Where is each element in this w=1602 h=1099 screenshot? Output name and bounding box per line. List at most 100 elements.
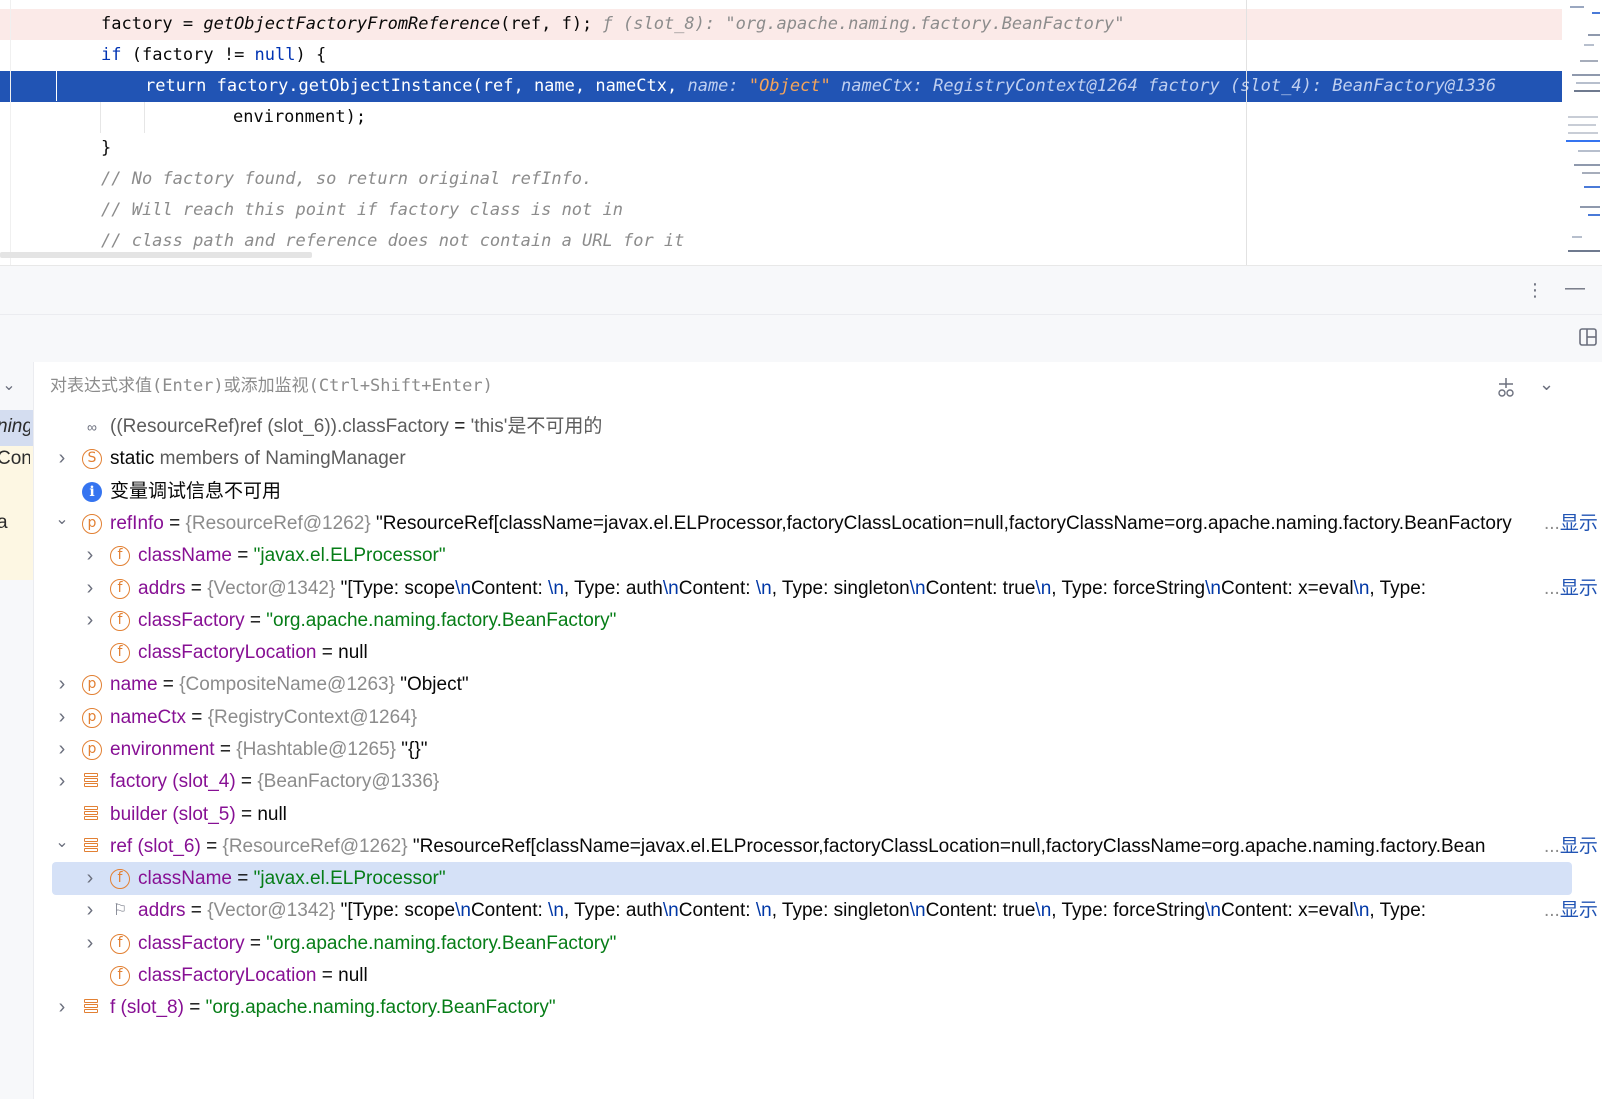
variable-row[interactable]: › f (slot_8) = "org.apache.naming.factory… <box>34 991 1602 1024</box>
show-more-link[interactable]: ...显示 <box>1544 572 1602 605</box>
ellipsis: ... <box>1544 578 1560 599</box>
code-token: // No factory found, so return original … <box>101 169 593 189</box>
chevron-right-icon[interactable]: › <box>54 733 70 766</box>
variable-row[interactable]: › p nameCtx = {RegistryContext@1264} <box>34 701 1602 734</box>
indent-guide <box>144 102 145 133</box>
variable-token: {RegistryContext@1264} <box>207 707 418 728</box>
code-token: nameCtx: RegistryContext@1264 factory (s… <box>830 76 1497 96</box>
chevron-right-icon[interactable]: › <box>54 765 70 798</box>
code-line-1[interactable]: factory = getObjectFactoryFromReference(… <box>0 9 1562 40</box>
code-token: // class path and reference does not con… <box>101 231 685 251</box>
chevron-right-icon[interactable]: › <box>82 862 98 895</box>
variable-row[interactable]: › p environment = {Hashtable@1265} "{}" <box>34 733 1602 766</box>
variable-token: = <box>316 965 339 986</box>
chevron-down-icon[interactable]: ⌄ <box>54 507 70 540</box>
code-editor[interactable]: factory = getObjectFactoryFromReference(… <box>0 0 1602 266</box>
variable-value: f (slot_8) = "org.apache.naming.factory.… <box>110 991 1542 1024</box>
indent-guide <box>10 0 11 266</box>
variable-token: , Type: forceString <box>1051 900 1206 921</box>
variable-token: = <box>183 997 206 1018</box>
variable-value: static members of NamingManager <box>110 442 1542 475</box>
variable-row[interactable]: › ⚐ addrs = {Vector@1342} "[Type: scope\nC… <box>34 894 1602 927</box>
chevron-right-icon[interactable]: › <box>54 668 70 701</box>
variable-token: = <box>448 416 471 437</box>
frame-item[interactable]: a <box>0 512 30 534</box>
variable-row[interactable]: ⌄ p refInfo = {ResourceRef@1262} "Resource… <box>34 507 1602 540</box>
variable-row[interactable]: ⌄ ref (slot_6) = {ResourceRef@1262} "Reso… <box>34 830 1602 863</box>
chevron-right-icon[interactable]: › <box>54 701 70 734</box>
code-token: factory.getObjectInstance(ref, name, nam… <box>206 76 678 96</box>
variable-token: builder (slot_5) <box>110 804 236 825</box>
variables-tree[interactable]: ∞ ((ResourceRef)ref (slot_6)).classFactor… <box>34 410 1602 1099</box>
code-token: return <box>145 76 207 96</box>
add-watch-icon[interactable] <box>1495 376 1517 402</box>
show-more-link[interactable]: ...显示 <box>1544 830 1602 863</box>
show-more-label[interactable]: 显示 <box>1560 900 1598 921</box>
variable-token: = <box>186 707 208 728</box>
chevron-right-icon[interactable]: › <box>54 442 70 475</box>
chevron-down-icon[interactable]: ⌄ <box>54 830 70 863</box>
variable-row[interactable]: › f classFactory = "org.apache.naming.fact… <box>34 927 1602 960</box>
layout-icon[interactable] <box>1578 327 1598 351</box>
variable-token: , Type: singleton <box>771 578 910 599</box>
variable-row[interactable]: builder (slot_5) = null <box>34 798 1602 831</box>
variable-token: Content: true <box>925 900 1036 921</box>
variable-row[interactable]: i 变量调试信息不可用 <box>34 475 1602 508</box>
variable-value: builder (slot_5) = null <box>110 798 1542 831</box>
code-line-text: } <box>101 133 111 164</box>
minimize-icon[interactable]: — <box>1565 278 1585 298</box>
chevron-right-icon[interactable]: › <box>82 572 98 605</box>
evaluate-expression-input[interactable] <box>50 362 1450 410</box>
show-more-link[interactable]: ...显示 <box>1544 507 1602 540</box>
info-icon: i <box>82 482 102 502</box>
variable-row[interactable]: ∞ ((ResourceRef)ref (slot_6)).classFactor… <box>34 410 1602 443</box>
chevron-right-icon[interactable]: › <box>82 604 98 637</box>
variable-row[interactable]: › f className = "javax.el.ELProcessor" <box>52 862 1572 895</box>
variable-row[interactable]: › f classFactory = "org.apache.naming.fact… <box>34 604 1602 637</box>
field-icon: f <box>110 546 130 566</box>
code-line-6[interactable]: // No factory found, so return original … <box>0 164 1562 195</box>
variable-token: null <box>257 804 287 825</box>
chevron-right-icon[interactable]: › <box>54 991 70 1024</box>
code-token: environment); <box>233 107 367 127</box>
minimap[interactable] <box>1566 0 1602 266</box>
variable-token: = <box>231 545 254 566</box>
code-line-2[interactable]: if (factory != null) { <box>0 40 1562 71</box>
frame-item[interactable]: Con <box>0 448 30 470</box>
chevron-right-icon[interactable]: › <box>82 539 98 572</box>
variable-token: name <box>110 674 158 695</box>
variable-row[interactable]: › f addrs = {Vector@1342} "[Type: scope\nC… <box>34 572 1602 605</box>
variable-token: ref (slot_6) <box>110 836 201 857</box>
show-more-link[interactable]: ...显示 <box>1544 894 1602 927</box>
chevron-down-icon[interactable]: ⌄ <box>0 362 19 410</box>
variable-row[interactable]: › p name = {CompositeName@1263} "Object" <box>34 668 1602 701</box>
chevron-right-icon[interactable]: › <box>82 927 98 960</box>
variable-row[interactable]: f classFactoryLocation = null <box>34 636 1602 669</box>
variable-token: "ResourceRef[className=javax.el.ELProces… <box>370 513 1512 534</box>
code-token: "Object" <box>748 76 831 96</box>
code-line-4[interactable]: environment); <box>0 102 1562 133</box>
variable-row[interactable]: › f className = "javax.el.ELProcessor" <box>34 539 1602 572</box>
code-line-7[interactable]: // Will reach this point if factory clas… <box>0 195 1562 226</box>
local-variable-icon <box>82 999 102 1019</box>
horizontal-scrollbar[interactable] <box>0 252 312 258</box>
variable-token: "org.apache.naming.factory.BeanFactory" <box>205 997 556 1018</box>
show-more-label[interactable]: 显示 <box>1560 513 1598 534</box>
variable-token: {CompositeName@1263} <box>179 674 395 695</box>
variable-token: Content: <box>470 900 549 921</box>
variable-token: = <box>231 868 254 889</box>
show-more-label[interactable]: 显示 <box>1560 836 1598 857</box>
variable-value: refInfo = {ResourceRef@1262} "ResourceRe… <box>110 507 1542 540</box>
variable-row[interactable]: f classFactoryLocation = null <box>34 959 1602 992</box>
variable-row[interactable]: › factory (slot_4) = {BeanFactory@1336} <box>34 765 1602 798</box>
variable-token: , Type: forceString <box>1051 578 1206 599</box>
frame-item[interactable]: ning <box>0 416 30 438</box>
chevron-right-icon[interactable]: › <box>82 894 98 927</box>
execution-point-line[interactable]: return factory.getObjectInstance(ref, na… <box>0 71 1562 102</box>
show-more-label[interactable]: 显示 <box>1560 578 1598 599</box>
kebab-icon[interactable]: ⋮ <box>1526 280 1544 300</box>
chevron-down-icon[interactable]: ⌄ <box>1539 374 1554 394</box>
variable-token: \n <box>548 578 564 599</box>
variable-row[interactable]: › Sstatic members of NamingManager <box>34 442 1602 475</box>
code-line-5[interactable]: } <box>0 133 1562 164</box>
